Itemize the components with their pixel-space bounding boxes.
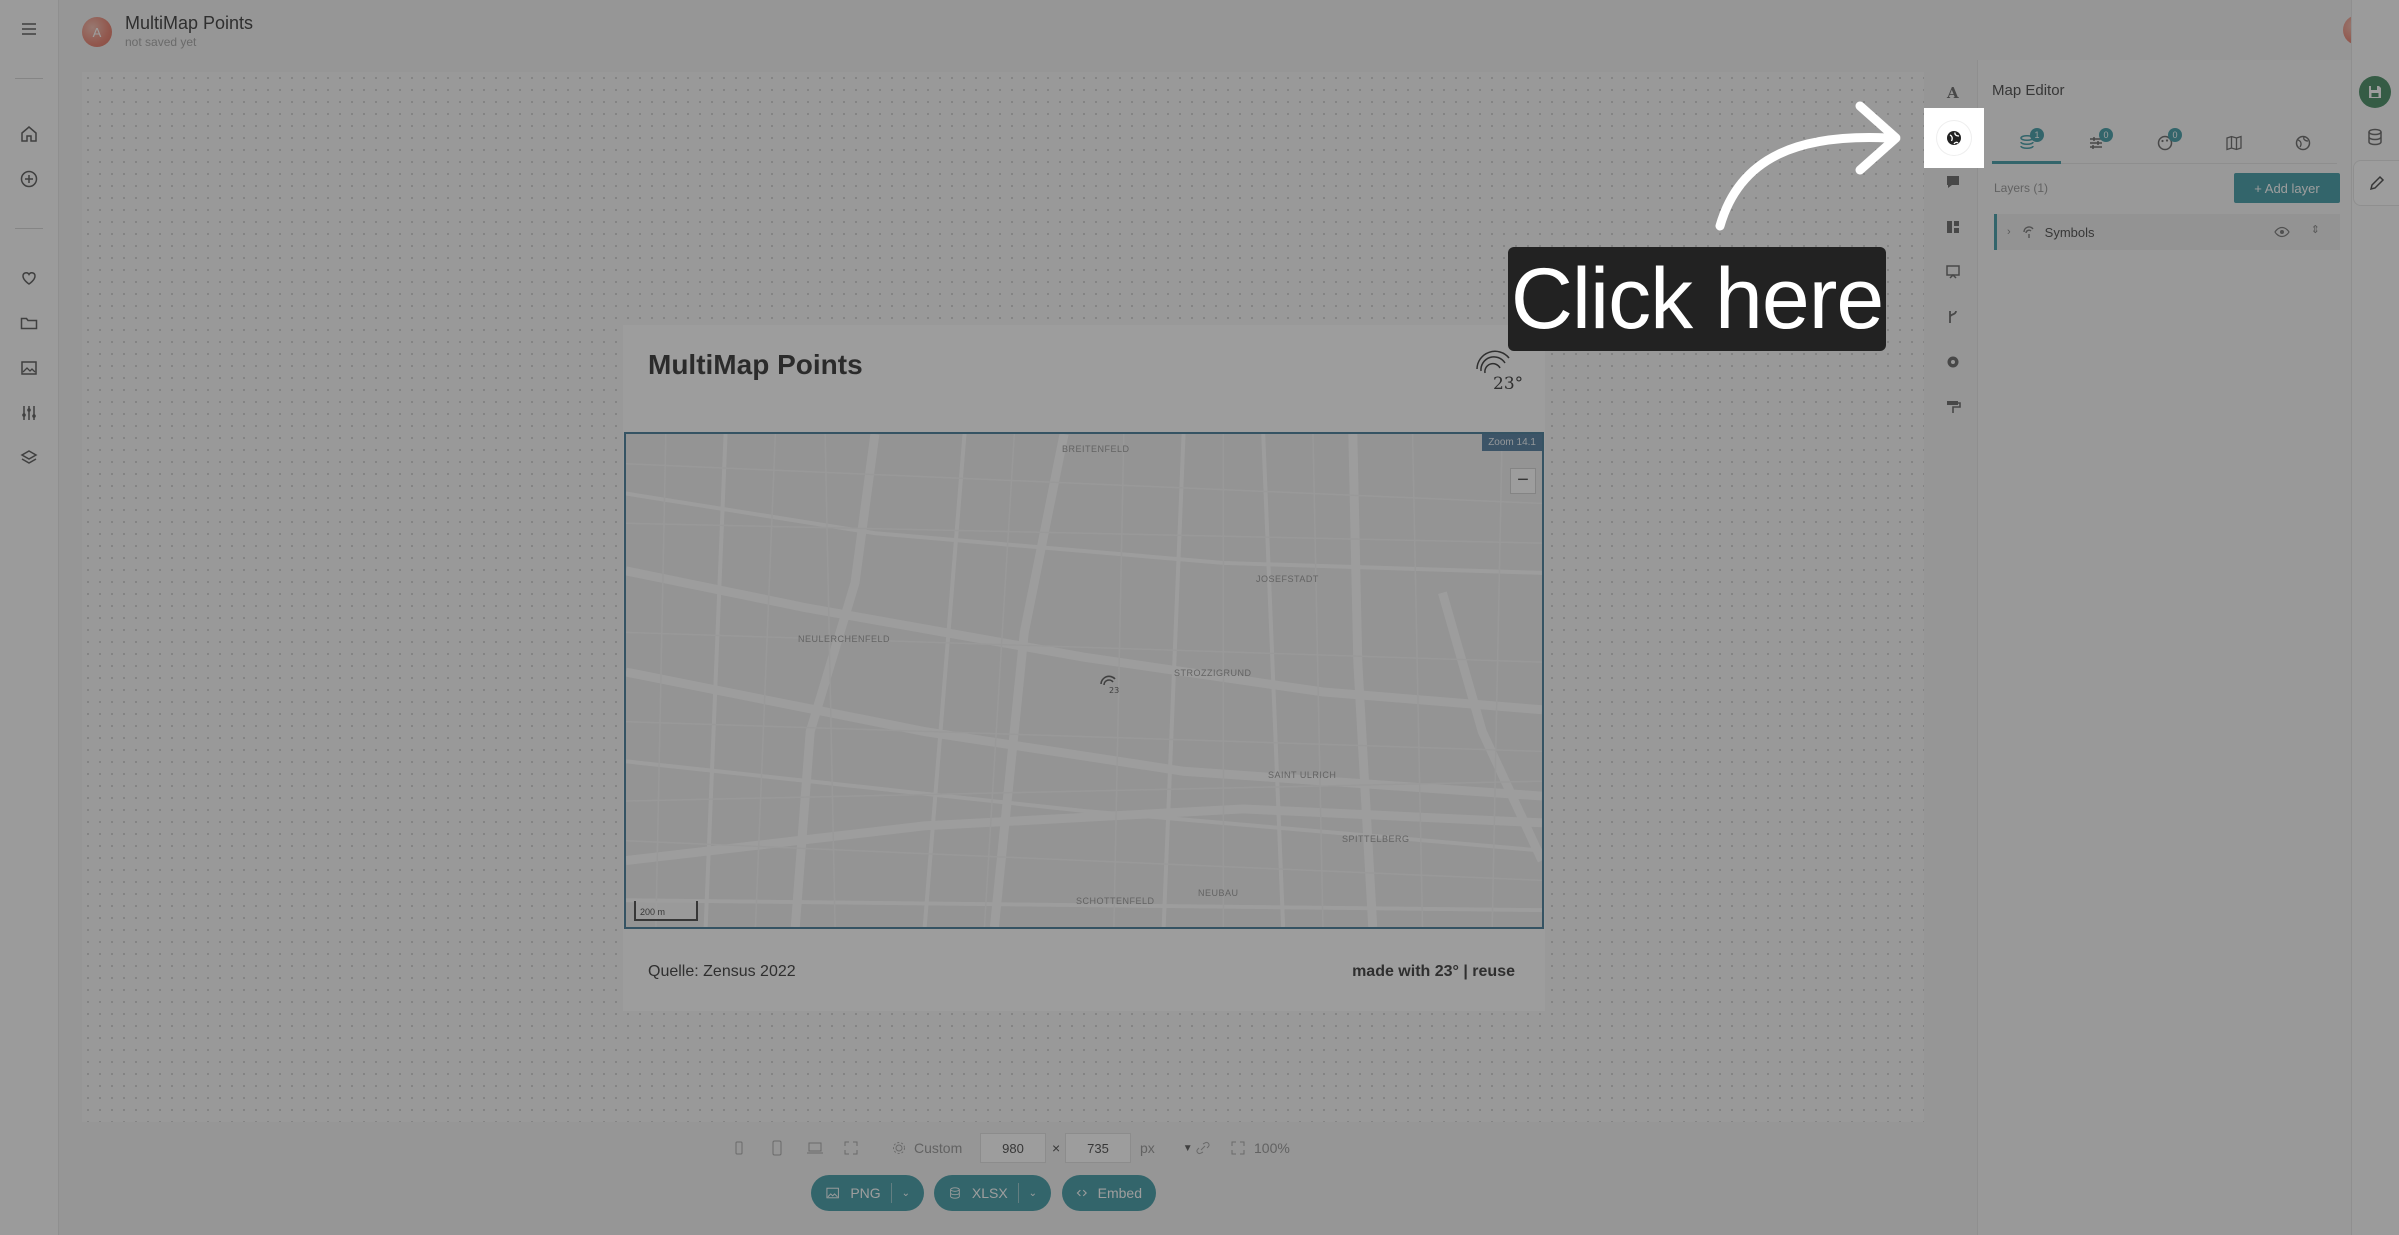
highlighted-map-settings-button[interactable] [1924, 108, 1984, 168]
tutorial-overlay [0, 0, 2399, 1235]
pointer-arrow-icon [1715, 101, 1901, 231]
globe-icon [1947, 131, 1961, 145]
click-here-callout: Click here [1508, 247, 1886, 351]
